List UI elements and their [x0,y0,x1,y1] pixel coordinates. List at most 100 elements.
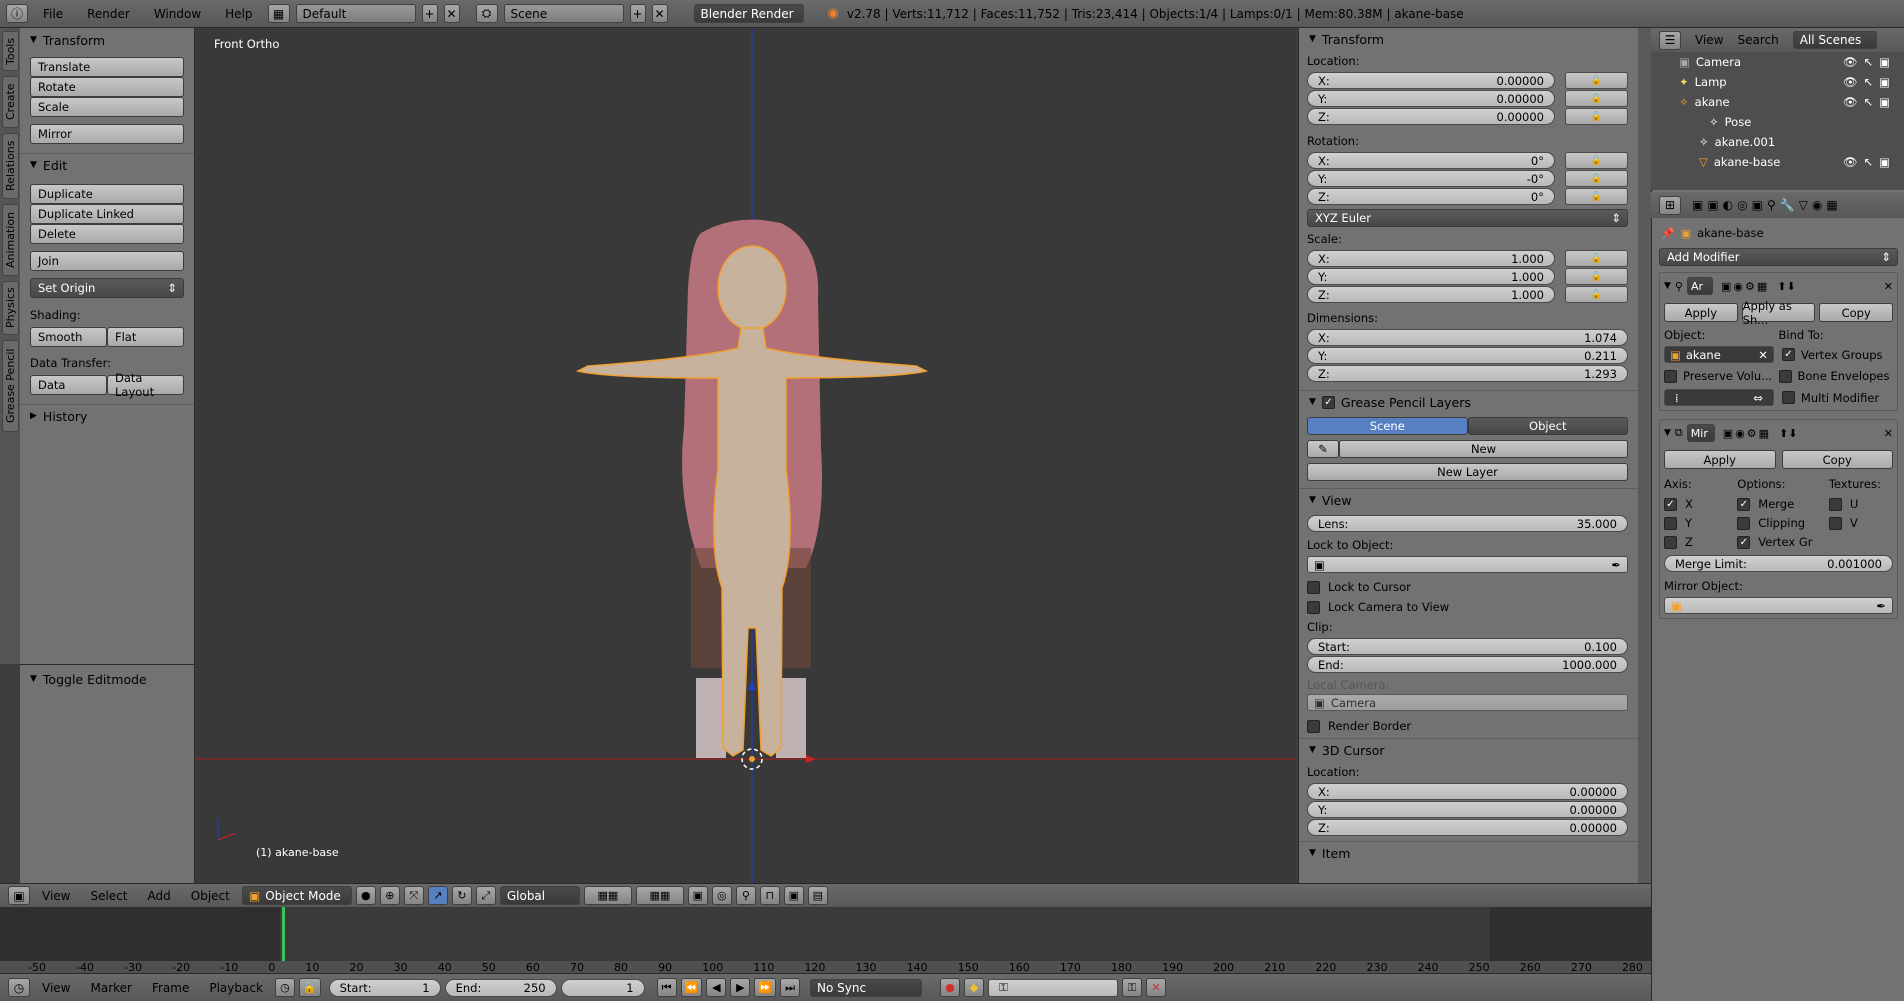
pencil-icon[interactable]: ✎ [1307,440,1339,458]
n-panel-scrollbar[interactable] [1638,28,1651,883]
rotation-mode-select[interactable]: XYZ Euler ⇕ [1307,209,1628,227]
menu-frame[interactable]: Frame [144,981,197,995]
record-icon[interactable]: ● [940,978,961,997]
jump-start-icon[interactable]: ⏮ [656,978,677,997]
clear-icon[interactable]: ✕ [1758,348,1768,362]
render-border-checkbox[interactable] [1307,719,1320,733]
move-arrows-icon[interactable]: ⬆⬇ [1779,427,1797,440]
flat-button[interactable]: Flat [107,327,184,347]
location-y-field[interactable]: Y: 0.00000 [1307,90,1555,107]
add-layout-icon[interactable]: + [421,4,438,23]
dimension-z-field[interactable]: Z: 1.293 [1307,365,1628,382]
preserve-volume-checkbox[interactable] [1664,369,1677,383]
lock-to-cursor-checkbox[interactable] [1307,580,1320,594]
preserve-volume-row[interactable]: Preserve Volu... [1664,369,1779,383]
scale-button[interactable]: Scale [30,97,184,117]
lock-icon[interactable]: 🔓 [1565,170,1628,187]
set-origin-select[interactable]: Set Origin ⇕ [30,278,184,298]
visibility-icons[interactable]: 👁↖▣ [1843,95,1896,109]
menu-marker[interactable]: Marker [82,981,139,995]
texture-u-checkbox[interactable] [1828,497,1842,511]
render-border-row[interactable]: Render Border [1307,719,1628,733]
end-frame-field[interactable]: End: 250 [444,978,557,997]
join-button[interactable]: Join [30,251,184,271]
clip-end-field[interactable]: End: 1000.000 [1307,656,1628,673]
armature-copy-button[interactable]: Copy [1819,303,1894,322]
screen-layout-icon[interactable]: ▦ [267,4,290,23]
lock-icon[interactable]: 🔓 [1565,108,1628,125]
manipulator-toggle[interactable]: ⤧ [403,886,424,905]
mirror-modifier-name[interactable]: Mir [1686,424,1715,442]
outliner-item-akane-001[interactable]: ✧ akane.001 [1651,132,1904,152]
texture-u-row[interactable]: U [1828,497,1858,511]
translate-button[interactable]: Translate [30,57,184,77]
outliner-item-akane[interactable]: ✧ akane 👁↖▣ [1651,92,1904,112]
menu-select[interactable]: Select [82,889,135,903]
add-modifier-select[interactable]: Add Modifier ⇕ [1659,248,1898,266]
axis-x-checkbox[interactable]: ✓ [1664,497,1677,511]
info-editor-icon[interactable]: ⓘ [6,4,28,23]
outliner-display-select[interactable]: All Scenes [1792,31,1877,49]
smooth-button[interactable]: Smooth [30,327,107,347]
scene-field[interactable]: Scene [503,4,624,23]
next-keyframe-icon[interactable]: ⏩ [754,978,777,997]
bone-envelopes-checkbox[interactable] [1778,369,1792,383]
axis-y-row[interactable]: Y [1664,516,1737,530]
collapse-triangle-icon[interactable]: ▼ [1664,428,1671,438]
vertex-group-field[interactable]: ⁞ ⇔ [1664,389,1774,406]
keying-set-field[interactable]: ⚿ [988,978,1119,997]
lock-camera-checkbox[interactable] [1307,600,1320,614]
axis-z-row[interactable]: Z [1664,535,1737,549]
pin-icon[interactable]: 📌 [1661,227,1675,240]
rotate-button[interactable]: Rotate [30,77,184,97]
outliner-item-camera[interactable]: ▣ Camera 👁↖▣ [1651,52,1904,72]
lens-field[interactable]: Lens: 35.000 [1307,515,1628,532]
rotation-x-field[interactable]: X: 0° [1307,152,1555,169]
sync-mode-select[interactable]: No Sync [810,978,923,997]
lock-camera-row[interactable]: Lock Camera to View [1307,600,1628,614]
cursor-z-field[interactable]: Z: 0.00000 [1307,819,1628,836]
item-panel-header[interactable]: ▼ Item [1299,842,1638,864]
duplicate-button[interactable]: Duplicate [30,184,184,204]
remove-scene-icon[interactable]: ✕ [651,4,668,23]
play-icon[interactable]: ▶ [730,978,751,997]
outliner-item-akane-base[interactable]: ▽ akane-base 👁↖▣ [1651,152,1904,172]
outliner-search-menu[interactable]: Search [1737,33,1778,47]
rotation-z-field[interactable]: Z: 0° [1307,188,1555,205]
delete-keyframe-icon[interactable]: ✕ [1146,978,1167,997]
armature-object-field[interactable]: ▣ akane ✕ [1664,346,1774,363]
transform-panel-header[interactable]: ▼ Transform [20,29,194,51]
data-button[interactable]: Data [30,375,107,395]
cursor-y-field[interactable]: Y: 0.00000 [1307,801,1628,818]
layer-lock-icon[interactable]: ▣ [687,886,708,905]
properties-editor-icon[interactable]: ⊞ [1659,195,1681,215]
tab-grease-pencil[interactable]: Grease Pencil [2,340,19,432]
clip-start-field[interactable]: Start: 0.100 [1307,638,1628,655]
scale-manipulator-icon[interactable]: ⤢ [475,886,496,905]
mode-select[interactable]: ▣ Object Mode [241,886,352,905]
cursor-x-field[interactable]: X: 0.00000 [1307,783,1628,800]
tab-animation[interactable]: Animation [2,204,19,276]
modifier-display-icons[interactable]: ▣◉⚙▦ [1723,427,1771,440]
texture-v-row[interactable]: V [1828,516,1858,530]
toggle-editmode-panel-header[interactable]: ▼ Toggle Editmode [20,668,147,690]
prev-keyframe-icon[interactable]: ⏪ [680,978,703,997]
remove-layout-icon[interactable]: ✕ [443,4,460,23]
texture-v-checkbox[interactable] [1828,516,1842,530]
grease-pencil-header[interactable]: ▼ ✓ Grease Pencil Layers [1299,391,1638,413]
layer-buttons-2[interactable]: ▦▦ [635,886,684,905]
start-frame-field[interactable]: Start: 1 [328,978,441,997]
keying-icon[interactable]: ◆ [964,978,985,997]
menu-view[interactable]: View [34,981,78,995]
menu-help[interactable]: Help [216,7,261,21]
location-x-field[interactable]: X: 0.00000 [1307,72,1555,89]
remove-modifier-icon[interactable]: ✕ [1884,280,1893,293]
insert-keyframe-icon[interactable]: ⚿ [1122,978,1143,997]
menu-view[interactable]: View [34,889,78,903]
editor-type-icon[interactable]: ◷ [8,978,30,997]
lock-icon[interactable]: 🔓 [1565,90,1628,107]
render-engine-select[interactable]: Blender Render [693,4,804,23]
menu-window[interactable]: Window [145,7,210,21]
translate-manipulator-icon[interactable]: ↗ [427,886,448,905]
multi-modifier-checkbox[interactable] [1781,391,1795,404]
